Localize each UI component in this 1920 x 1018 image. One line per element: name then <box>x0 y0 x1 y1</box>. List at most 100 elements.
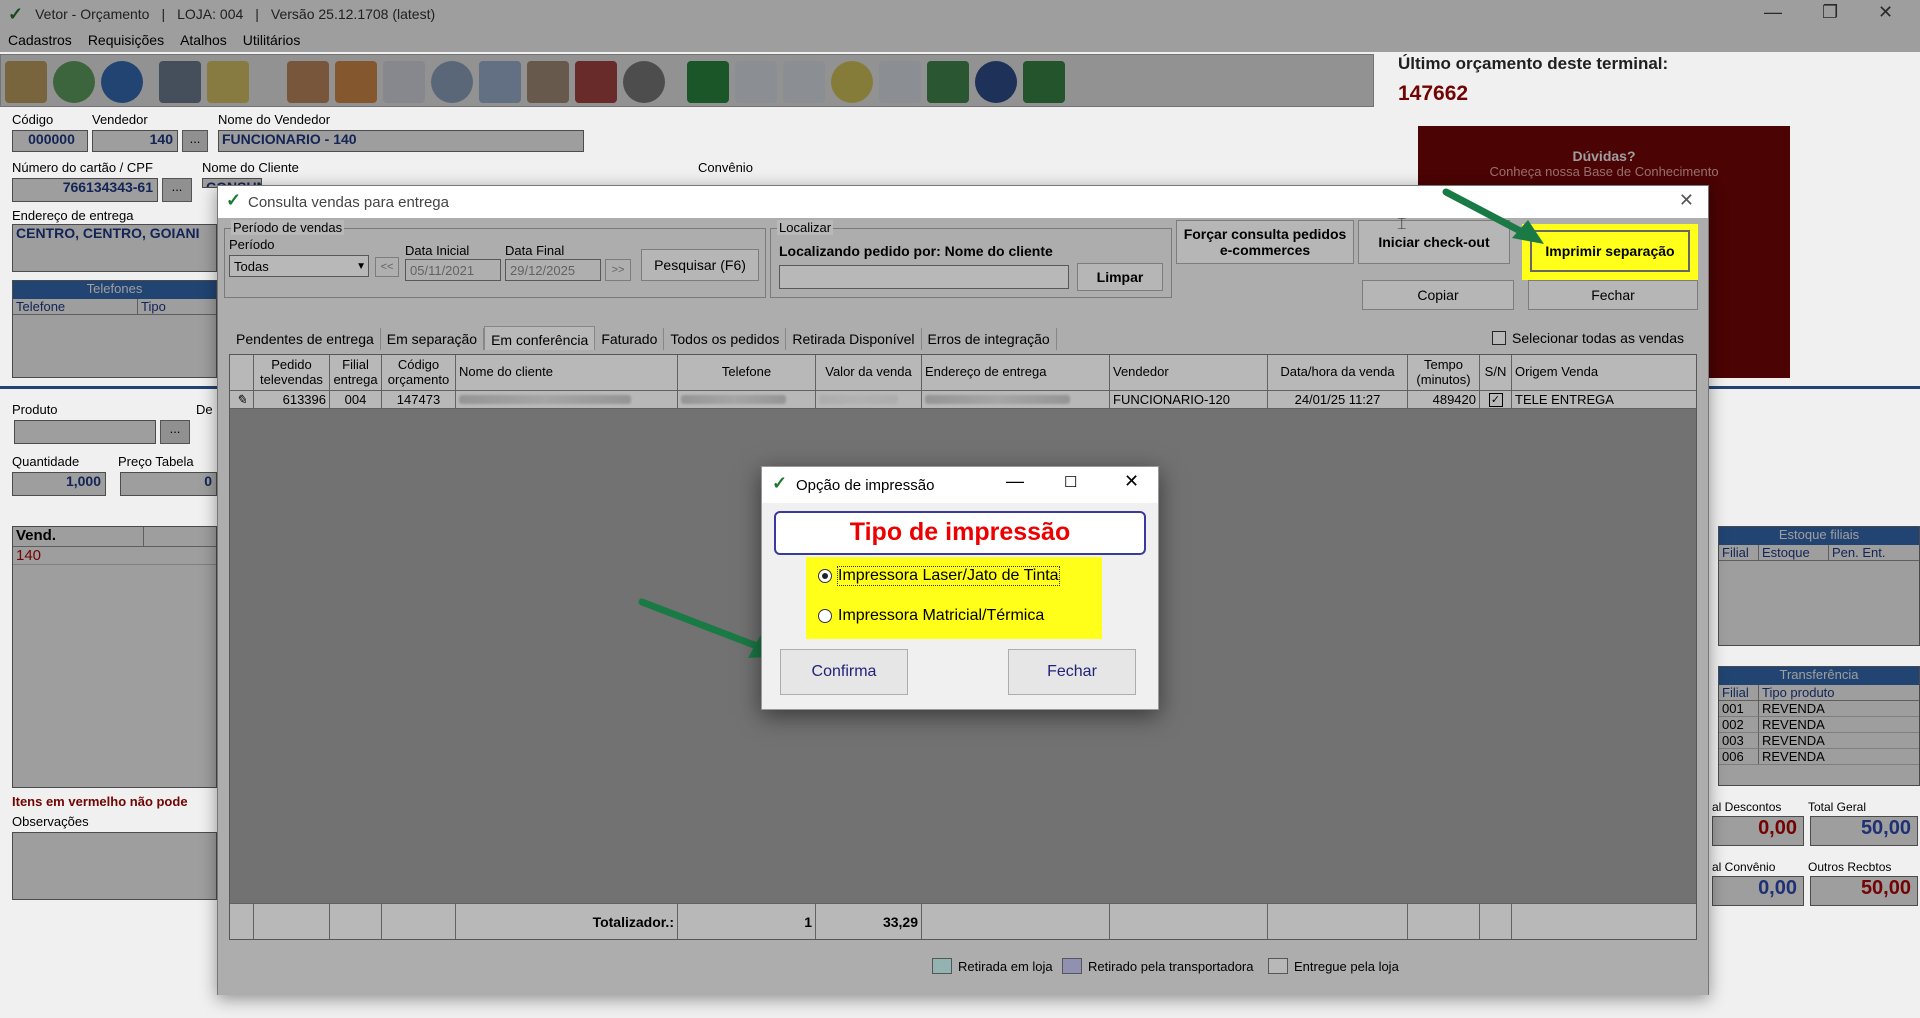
minimize-icon[interactable]: — <box>1006 471 1024 492</box>
option-matricial[interactable]: Impressora Matricial/Térmica <box>818 607 1044 625</box>
selecionar-todas[interactable]: Selecionar todas as vendas <box>1492 330 1684 346</box>
next-button[interactable]: >> <box>605 259 631 281</box>
vetor-logo-icon: ✓ <box>226 190 242 210</box>
pesquisar-button[interactable]: Pesquisar (F6) <box>641 249 759 281</box>
menu-requisicoes[interactable]: Requisições <box>88 32 164 48</box>
confirma-button[interactable]: Confirma <box>780 649 908 695</box>
people-orange-icon[interactable] <box>335 61 377 103</box>
codigo-field[interactable]: 000000 <box>12 130 88 152</box>
people-icon[interactable] <box>287 61 329 103</box>
produto-lookup-button[interactable]: ... <box>160 420 190 444</box>
totalizador-value: 33,29 <box>816 904 922 939</box>
selecionar-todas-checkbox[interactable] <box>1492 331 1506 345</box>
col-codigo[interactable]: Código orçamento <box>382 355 456 390</box>
vendedor-field[interactable]: 140 <box>92 130 178 152</box>
tab-em-separacao[interactable]: Em separação <box>381 328 485 350</box>
document-icon[interactable] <box>383 61 425 103</box>
menu-cadastros[interactable]: Cadastros <box>8 32 72 48</box>
vetor-logo-icon: ✓ <box>8 3 24 24</box>
close-icon[interactable]: ✕ <box>1679 190 1694 211</box>
menu-utilitarios[interactable]: Utilitários <box>243 32 301 48</box>
transf-tipo: REVENDA <box>1762 749 1825 764</box>
col-vendedor[interactable]: Vendedor <box>1110 355 1268 390</box>
minimize-icon[interactable]: — <box>1764 2 1782 23</box>
users-icon[interactable] <box>5 61 47 103</box>
plus-icon[interactable] <box>831 61 873 103</box>
pill-icon[interactable] <box>783 61 825 103</box>
data-inicial-field[interactable]: 05/11/2021 <box>405 259 501 281</box>
table-row[interactable]: ✎ 613396 004 147473 FUNCIONARIO-120 24/0… <box>230 391 1696 409</box>
cartao-field[interactable]: 766134343-61 <box>12 178 158 202</box>
option-laser[interactable]: Impressora Laser/Jato de Tinta <box>818 566 1060 586</box>
col-nome-cliente[interactable]: Nome do cliente <box>456 355 678 390</box>
tab-todos-pedidos[interactable]: Todos os pedidos <box>664 328 787 350</box>
accessibility-icon[interactable] <box>735 61 777 103</box>
info-icon[interactable] <box>101 61 143 103</box>
nome-vendedor-label: Nome do Vendedor <box>218 112 331 127</box>
legend-swatch <box>1062 958 1082 974</box>
col-endereco[interactable]: Endereço de entrega <box>922 355 1110 390</box>
edit-pencil-icon[interactable]: ✎ <box>230 391 254 408</box>
circle-icon[interactable] <box>975 61 1017 103</box>
col-sn[interactable]: S/N <box>1480 355 1512 390</box>
col-filial[interactable]: Filial entrega <box>330 355 382 390</box>
maximize-icon[interactable]: ❐ <box>1822 2 1838 23</box>
pencil-icon[interactable] <box>207 61 249 103</box>
globe-icon[interactable] <box>623 61 665 103</box>
save-icon[interactable] <box>159 61 201 103</box>
cartao-lookup-button[interactable]: ... <box>162 178 192 202</box>
endereco-field[interactable]: CENTRO, CENTRO, GOIANI <box>12 224 217 272</box>
cell-sn-checkbox[interactable]: ✓ <box>1480 391 1512 408</box>
print-fechar-button[interactable]: Fechar <box>1008 649 1136 695</box>
brazil-flag-icon[interactable] <box>687 61 729 103</box>
legend-transportadora-label: Retirado pela transportadora <box>1088 958 1254 974</box>
col-telefone[interactable]: Telefone <box>678 355 816 390</box>
search-icon[interactable] <box>431 61 473 103</box>
data-final-field[interactable]: 29/12/2025 <box>505 259 601 281</box>
col-origem[interactable]: Origem Venda <box>1512 355 1696 390</box>
imprimir-separacao-button[interactable]: Imprimir separação <box>1530 230 1690 272</box>
localizar-input[interactable] <box>779 265 1069 289</box>
produto-field[interactable] <box>14 420 156 444</box>
delivery-icon[interactable] <box>575 61 617 103</box>
telefone-col: Telefone <box>13 299 138 314</box>
tab-pendentes[interactable]: Pendentes de entrega <box>230 328 381 350</box>
transf-tipo: REVENDA <box>1762 733 1825 748</box>
quantidade-field[interactable]: 1,000 <box>12 472 106 496</box>
observacoes-field[interactable] <box>12 832 217 900</box>
periodo-select[interactable]: Todas ▼ <box>229 255 369 277</box>
forcar-consulta-button[interactable]: Forçar consulta pedidos e-commerces <box>1176 220 1354 264</box>
col-pedido[interactable]: Pedido televendas <box>254 355 330 390</box>
option-matricial-label: Impressora Matricial/Térmica <box>838 607 1045 624</box>
app-titlebar: ✓ Vetor - Orçamento | LOJA: 004 | Versão… <box>0 0 1920 28</box>
radio-selected-icon[interactable] <box>818 569 832 583</box>
produto-label: Produto <box>12 402 58 417</box>
table-row: 002 REVENDA <box>1719 717 1919 733</box>
duvidas-sub: Conheça nossa Base de Conhecimento <box>1489 164 1719 179</box>
menu-atalhos[interactable]: Atalhos <box>180 32 227 48</box>
col-data[interactable]: Data/hora da venda <box>1268 355 1408 390</box>
finance-icon[interactable] <box>879 61 921 103</box>
prev-button[interactable]: << <box>375 257 399 277</box>
preco-field[interactable]: 0 <box>120 472 217 496</box>
close-icon[interactable]: ✕ <box>1124 471 1139 492</box>
arrow-logo-icon[interactable] <box>1023 61 1065 103</box>
limpar-button[interactable]: Limpar <box>1077 263 1163 291</box>
tab-em-conferencia[interactable]: Em conferência <box>484 326 596 350</box>
close-icon[interactable]: ✕ <box>1878 2 1893 23</box>
vendedor-lookup-button[interactable]: ... <box>182 130 208 152</box>
book-icon[interactable] <box>479 61 521 103</box>
tab-faturado[interactable]: Faturado <box>595 328 665 350</box>
sync-icon[interactable] <box>53 61 95 103</box>
tab-erros-integracao[interactable]: Erros de integração <box>922 328 1057 350</box>
refresh-icon[interactable] <box>927 61 969 103</box>
col-tempo[interactable]: Tempo (minutos) <box>1408 355 1480 390</box>
estoque-title: Estoque filiais <box>1719 527 1919 545</box>
radio-icon[interactable] <box>818 609 832 623</box>
copiar-button[interactable]: Copiar <box>1362 280 1514 310</box>
col-valor[interactable]: Valor da venda <box>816 355 922 390</box>
person-icon[interactable] <box>527 61 569 103</box>
maximize-icon[interactable]: ☐ <box>1064 473 1077 491</box>
fechar-button[interactable]: Fechar <box>1528 280 1698 310</box>
tab-retirada-disponivel[interactable]: Retirada Disponível <box>786 328 922 350</box>
